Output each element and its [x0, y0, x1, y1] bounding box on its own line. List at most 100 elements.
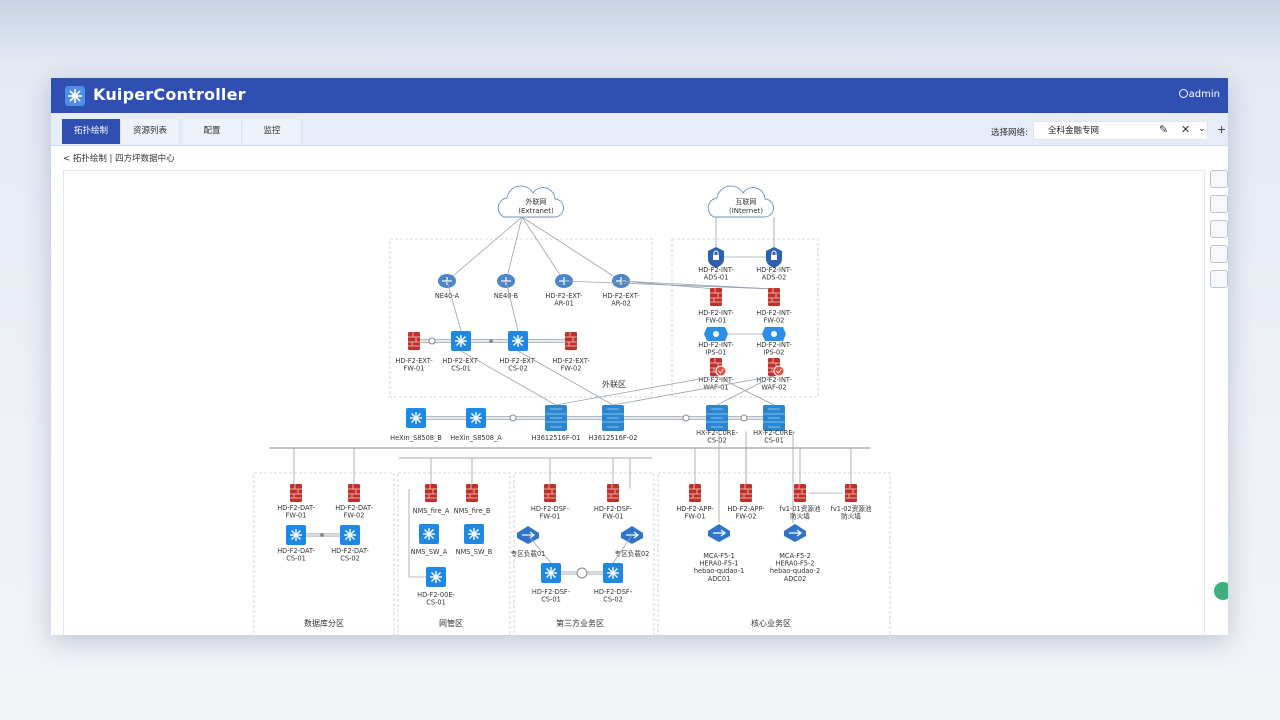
link-node	[576, 567, 588, 579]
topology-canvas[interactable]: 外联区数据库分区 网管区 第三方业务区 核心业务区 外联网(Extranet) 互联网(I…	[63, 170, 1205, 635]
add-icon[interactable]: +	[1217, 123, 1226, 136]
int-ips-01-icon[interactable]	[704, 327, 728, 341]
app-fw-01-icon[interactable]	[688, 483, 702, 503]
locate-icon[interactable]	[1210, 220, 1228, 238]
mca-f5-2-icon[interactable]	[783, 523, 807, 543]
ext-device-2-label: HD-F2-EXT-CS-01	[442, 357, 480, 373]
cloud-label: (INternet)	[729, 207, 763, 215]
link-node	[489, 339, 493, 343]
tab-resources[interactable]: 资源列表	[121, 119, 180, 144]
back-link[interactable]: <	[63, 154, 70, 164]
link-line	[446, 216, 523, 282]
core-6-label: HX-F2-C0RE-CS-01	[753, 429, 795, 445]
int-ads-02-label: HD-F2-INT-ADS-02	[756, 266, 792, 282]
cloud-label: 互联网	[736, 197, 757, 206]
fv1-01-fw-label: fv1-01资源池防火墙	[780, 504, 821, 521]
int-ips-02-icon[interactable]	[762, 327, 786, 341]
tab-topology[interactable]: 拓扑绘制	[62, 119, 121, 144]
int-fw-01-icon[interactable]	[709, 287, 723, 307]
core-4-icon[interactable]	[601, 404, 625, 432]
nms-fire-a-icon[interactable]	[424, 483, 438, 503]
core-2-label: HeXin_S8508_A	[450, 434, 502, 442]
zone-label: 外联区	[602, 379, 626, 389]
zoom-icon[interactable]	[1210, 170, 1228, 188]
nms-fire-b-icon[interactable]	[465, 483, 479, 503]
link-node	[428, 337, 436, 345]
router-4-label: HD-F2-EXT-AR-02	[602, 292, 640, 308]
core-3-label: H3612516F-01	[532, 434, 581, 442]
export-icon[interactable]	[1210, 245, 1228, 263]
dsf-fw-02-icon[interactable]	[606, 483, 620, 503]
user-menu[interactable]: admin	[1178, 89, 1220, 100]
nms-00e-cs-icon[interactable]	[425, 566, 447, 588]
nms-sw-a-icon[interactable]	[418, 523, 440, 545]
db-fw-01-icon[interactable]	[289, 483, 303, 503]
nms-sw-b-icon[interactable]	[463, 523, 485, 545]
mca-f5-1-icon[interactable]	[707, 523, 731, 543]
link-node	[682, 414, 690, 422]
ext-device-2-icon[interactable]	[450, 330, 472, 352]
ext-device-4-icon[interactable]	[564, 331, 578, 351]
int-ads-01-icon[interactable]	[707, 246, 725, 269]
core-6-icon[interactable]	[762, 404, 786, 432]
app-fw-02-icon[interactable]	[739, 483, 753, 503]
router-3-label: HD-F2-EXT-AR-01	[545, 292, 583, 308]
core-2-icon[interactable]	[465, 407, 487, 429]
ext-device-3-icon[interactable]	[507, 330, 529, 352]
fv1-02-fw-icon[interactable]	[844, 483, 858, 503]
db-cs-01-label: HD-F2-DAT-CS-01	[277, 547, 315, 563]
int-ads-02-icon[interactable]	[765, 246, 783, 269]
close-icon[interactable]: ✕	[1181, 123, 1190, 136]
core-3-icon[interactable]	[544, 404, 568, 432]
ext-device-1-icon[interactable]	[407, 331, 421, 351]
layout-icon[interactable]	[1210, 195, 1228, 213]
int-ips-02-label: HD-F2-INT-IPS-02	[756, 341, 792, 357]
dsf-cs-01-icon[interactable]	[540, 562, 562, 584]
db-cs-02-icon[interactable]	[339, 524, 361, 546]
router-2-label: NE40-B	[494, 292, 519, 300]
breadcrumb: < 拓扑绘制 | 四方坪数据中心	[63, 152, 175, 164]
app-fw-02-label: HD-F2-APP-FW-02	[727, 505, 765, 521]
core-5-icon[interactable]	[705, 404, 729, 432]
list-icon[interactable]	[1210, 270, 1228, 288]
db-fw-02-icon[interactable]	[347, 483, 361, 503]
core-1-label: HeXin_S8508_B	[390, 434, 442, 442]
chevron-down-icon[interactable]: ⌄	[1198, 124, 1206, 134]
app-window: KuiperController admin 拓扑绘制 资源列表 配置 监控 选…	[51, 78, 1228, 635]
link-line	[521, 216, 622, 282]
dsf-cs-02-icon[interactable]	[602, 562, 624, 584]
fv1-01-fw-icon[interactable]	[793, 483, 807, 503]
mca-f5-2-label: MCA-F5-2 HERA0-F5-2 hebao-qudao-2 ADC02	[770, 552, 820, 583]
tab-config[interactable]: 配置	[183, 119, 242, 144]
int-ips-01-label: HD-F2-INT-IPS-01	[698, 341, 734, 357]
nms-fire-a-label: NMS_fire_A	[413, 507, 450, 515]
breadcrumb-path: 拓扑绘制 | 四方坪数据中心	[72, 154, 175, 164]
ext-device-4-label: HD-F2-EXT-FW-02	[552, 357, 590, 373]
mca-f5-1-label: MCA-F5-1 HERA0-F5-1 hebao-qudao-1 ADC01	[694, 552, 744, 583]
link-line	[446, 280, 462, 332]
app-title: KuiperController	[93, 85, 246, 104]
dsf-fw-01-label: HD-F2-DSF-FW-01	[531, 505, 570, 521]
dsf-cs-01-label: HD-F2-DSF-CS-01	[532, 588, 571, 604]
user-icon	[1178, 89, 1188, 98]
app-fw-01-label: HD-F2-APP-FW-01	[676, 505, 714, 521]
tab-monitor[interactable]: 监控	[243, 119, 302, 144]
nms-sw-b-label: NMS_SW_B	[456, 548, 493, 556]
zone-label: 网管区	[439, 618, 463, 628]
assistant-button[interactable]	[1214, 582, 1228, 600]
int-waf-02-icon[interactable]	[768, 358, 784, 376]
dsf-fw-01-icon[interactable]	[543, 483, 557, 503]
int-waf-01-icon[interactable]	[710, 358, 726, 376]
edit-icon[interactable]: ✎	[1159, 123, 1168, 136]
int-fw-02-label: HD-F2-INT-FW-02	[756, 309, 792, 325]
network-label: 选择网络:	[991, 128, 1028, 138]
user-name: admin	[1188, 89, 1220, 100]
zone-box	[389, 238, 653, 398]
zone-box	[253, 472, 395, 635]
db-cs-01-icon[interactable]	[285, 524, 307, 546]
int-fw-02-icon[interactable]	[767, 287, 781, 307]
link-line	[505, 216, 523, 282]
nms-sw-a-label: NMS_SW_A	[411, 548, 448, 556]
cloud-label: (Extranet)	[518, 207, 554, 215]
core-1-icon[interactable]	[405, 407, 427, 429]
